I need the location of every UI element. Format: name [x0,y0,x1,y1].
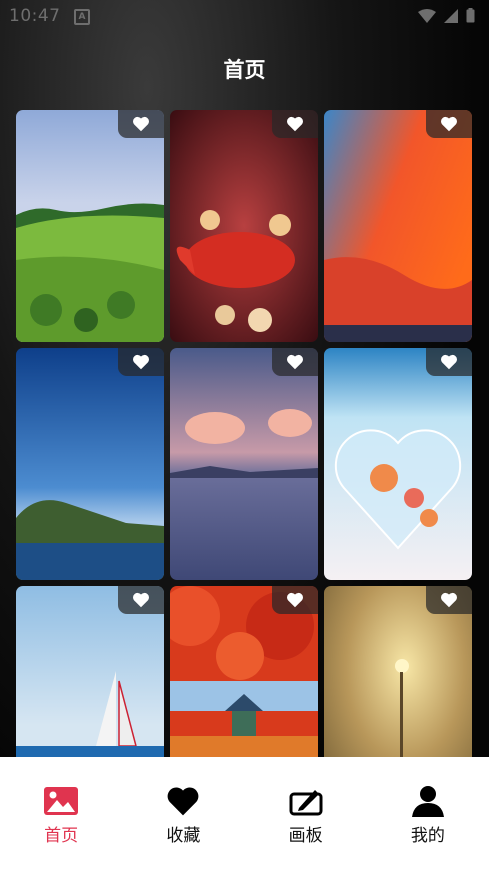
favorite-button[interactable] [426,348,472,376]
user-icon [410,785,446,817]
favorite-button[interactable] [426,586,472,614]
image-icon [43,785,79,817]
heart-icon [441,354,457,370]
wallpaper-card-sunset-sky[interactable] [324,110,472,342]
heart-icon [133,116,149,132]
page-title: 首页 [223,58,266,82]
wallpaper-card-meadow[interactable] [16,110,164,342]
wallpaper-image[interactable] [170,348,318,580]
heart-icon [133,354,149,370]
drawing-board-icon [288,785,324,817]
wallpaper-image[interactable] [324,348,472,580]
heart-icon [441,592,457,608]
tab-favorites[interactable]: 收藏 [122,757,244,869]
tab-label: 画板 [288,826,323,846]
status-bar: 10:47 A [0,0,489,34]
wifi-icon [418,8,436,23]
wallpaper-card-coast[interactable] [16,348,164,580]
signal-icon [444,8,458,23]
tab-drawing-board[interactable]: 画板 [245,757,367,869]
tab-label: 首页 [44,826,79,846]
tab-label: 我的 [410,826,445,846]
heart-icon [287,592,303,608]
favorite-button[interactable] [118,586,164,614]
status-time: 10:47 [9,6,61,26]
favorite-button[interactable] [272,110,318,138]
favorite-button[interactable] [118,110,164,138]
heart-icon [133,592,149,608]
heart-icon [441,116,457,132]
header: 首页 [0,34,489,110]
heart-icon [165,785,201,817]
favorite-button[interactable] [272,586,318,614]
tab-label: 收藏 [166,826,201,846]
battery-icon [466,8,475,23]
bottom-tab-bar: 首页 收藏 画板 我的 [0,757,489,869]
wallpaper-card-glass-heart[interactable] [324,348,472,580]
wallpaper-image[interactable] [324,110,472,342]
favorite-button[interactable] [426,110,472,138]
tab-profile[interactable]: 我的 [367,757,489,869]
heart-icon [287,354,303,370]
wallpaper-image[interactable] [16,110,164,342]
heart-icon [287,116,303,132]
wallpaper-card-lake-clouds[interactable] [170,348,318,580]
wallpaper-image[interactable] [170,110,318,342]
status-icons [418,8,475,23]
notification-icon: A [74,9,90,25]
favorite-button[interactable] [118,348,164,376]
wallpaper-image[interactable] [16,348,164,580]
wallpaper-card-koi[interactable] [170,110,318,342]
favorite-button[interactable] [272,348,318,376]
tab-home[interactable]: 首页 [0,757,122,869]
